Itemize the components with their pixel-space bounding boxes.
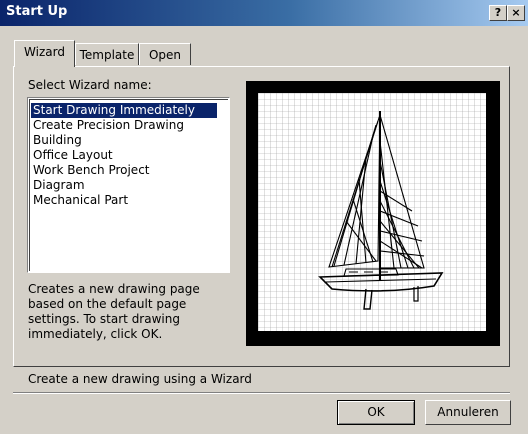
start-up-dialog: Start Up ? × Wizard Template Open Select… [0,0,528,434]
tab-wizard-label: Wizard [24,45,65,59]
ok-button[interactable]: OK [337,400,415,425]
titlebar[interactable]: Start Up ? × [0,0,528,26]
close-icon: × [511,6,521,19]
cancel-button[interactable]: Annuleren [425,400,511,425]
tab-template[interactable]: Template [75,43,139,65]
window-title: Start Up [6,4,68,19]
status-separator [13,392,510,394]
wizard-tab-panel [13,66,510,367]
ok-button-label: OK [367,405,385,419]
tab-open[interactable]: Open [139,43,191,65]
help-icon: ? [494,6,502,19]
tab-open-label: Open [148,48,182,62]
tab-template-label: Template [79,48,135,62]
cancel-button-label: Annuleren [437,405,499,419]
close-button[interactable]: × [507,5,525,21]
tab-wizard[interactable]: Wizard [14,40,75,67]
help-button[interactable]: ? [489,5,507,21]
status-text: Create a new drawing using a Wizard [28,372,252,386]
